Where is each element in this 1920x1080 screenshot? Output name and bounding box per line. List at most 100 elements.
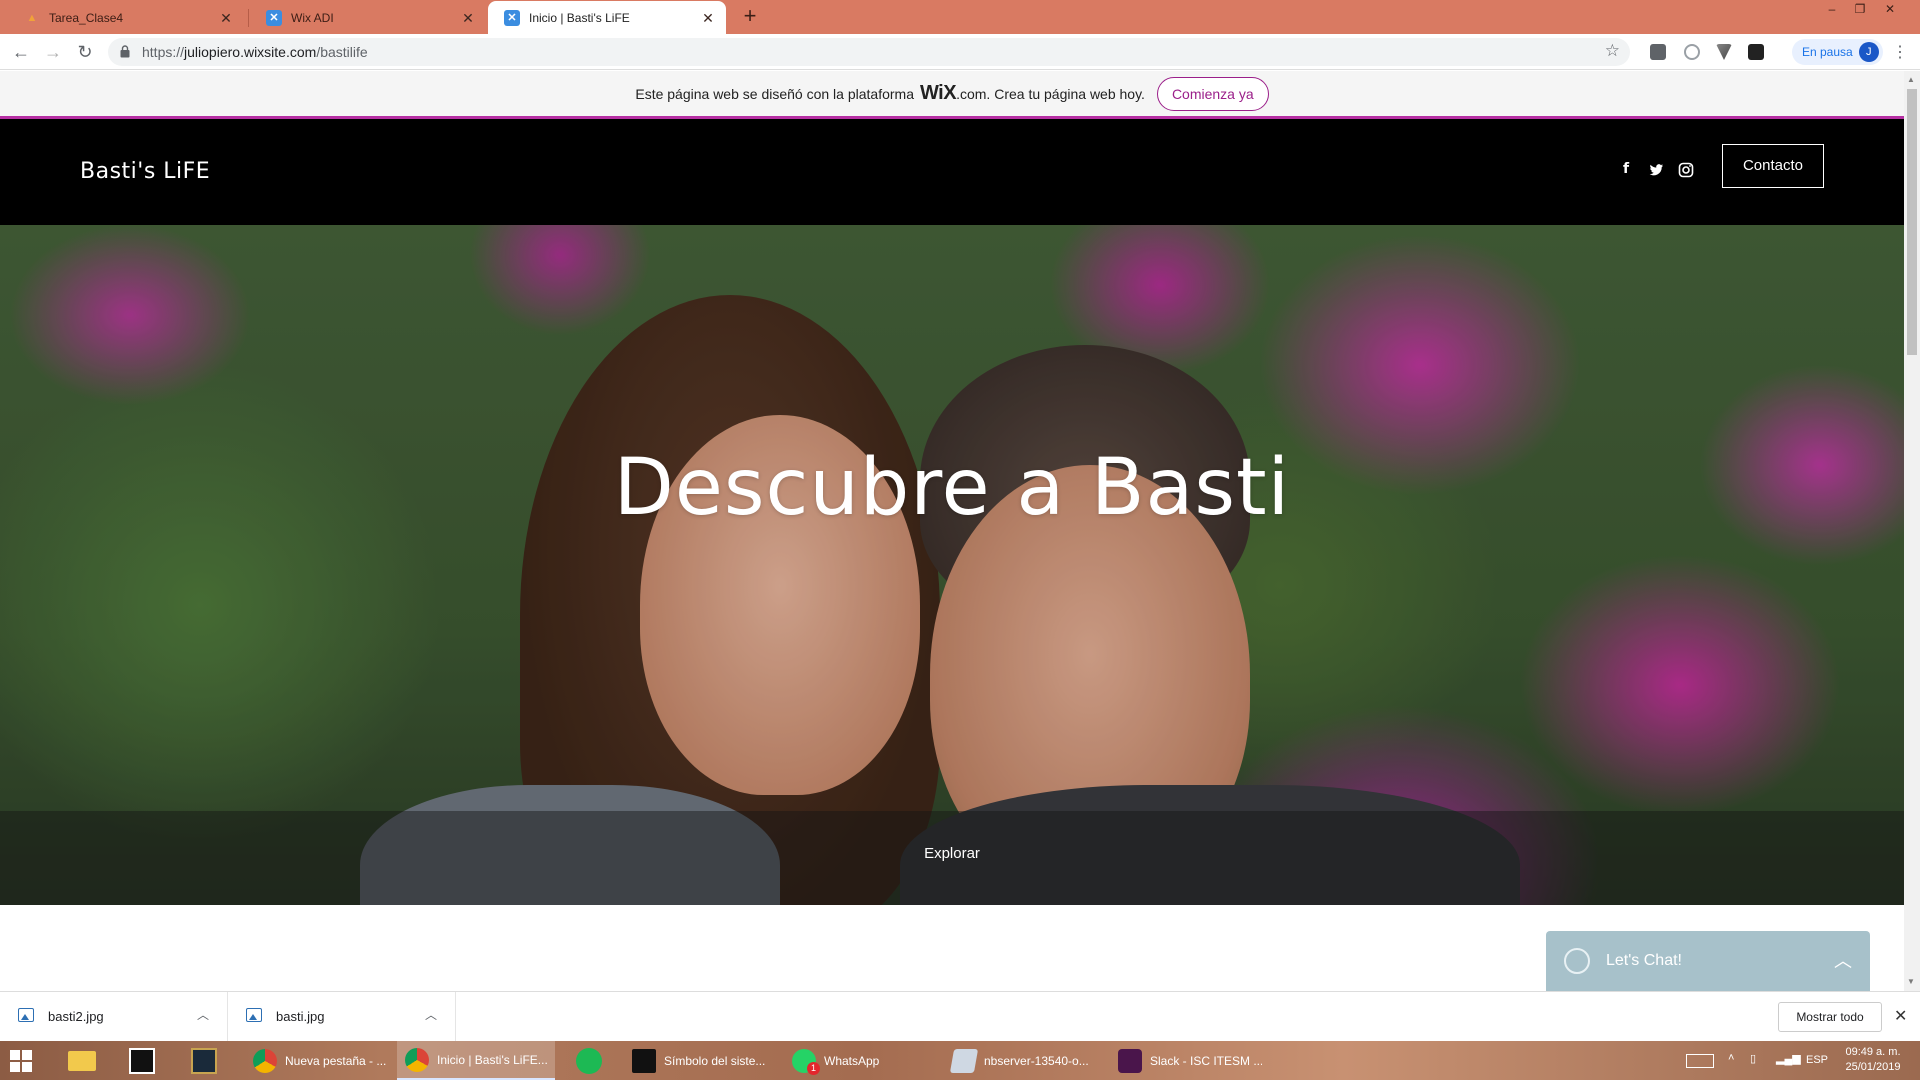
tab-title: Tarea_Clase4 xyxy=(49,10,124,25)
chrome-icon xyxy=(253,1048,277,1073)
close-tab-icon[interactable]: ✕ xyxy=(460,10,476,26)
tab-tarea-clase4[interactable]: ▲ Tarea_Clase4 ✕ xyxy=(8,1,244,34)
tab-inicio-bastis-life[interactable]: ✕ Inicio | Basti's LiFE ✕ xyxy=(488,1,726,34)
language-indicator[interactable]: ESP xyxy=(1806,1054,1828,1066)
extension-circle-icon[interactable] xyxy=(1684,44,1700,60)
scrollbar-thumb[interactable] xyxy=(1907,89,1917,355)
slack-icon xyxy=(1118,1048,1142,1073)
command-prompt-icon xyxy=(632,1048,656,1073)
download-filename: basti.jpg xyxy=(276,1009,325,1024)
image-file-icon xyxy=(246,1008,262,1022)
scroll-up-icon[interactable]: ▲ xyxy=(1907,75,1915,84)
wifi-icon[interactable]: ▂▄▆ xyxy=(1776,1052,1801,1065)
scroll-down-icon[interactable]: ▼ xyxy=(1907,977,1915,986)
app-black-circle-icon[interactable] xyxy=(121,1045,163,1077)
explore-link[interactable]: Explorar xyxy=(0,845,1904,862)
taskbar-chrome-bastis-life[interactable]: Inicio | Basti's LiFE... xyxy=(397,1041,555,1080)
forward-icon[interactable]: → xyxy=(41,40,65,64)
instagram-icon[interactable] xyxy=(1677,161,1695,179)
spotify-icon[interactable] xyxy=(568,1045,610,1077)
minimize-icon[interactable]: – xyxy=(1818,0,1846,20)
page-viewport: Este página web se diseñó con la platafo… xyxy=(0,71,1920,991)
download-item[interactable]: basti.jpg ︿ xyxy=(228,992,456,1042)
close-downloads-icon[interactable]: ✕ xyxy=(1894,1006,1907,1026)
chat-widget[interactable]: Let's Chat! ︿ xyxy=(1546,931,1870,991)
chrome-icon xyxy=(405,1047,429,1072)
app-icon-shape xyxy=(129,1048,155,1074)
url-text: https://juliopiero.wixsite.com/bastilife xyxy=(142,44,368,60)
taskbar-label: Nueva pestaña - ... xyxy=(285,1053,387,1068)
taskbar-command-prompt[interactable]: Símbolo del siste... xyxy=(624,1041,776,1080)
page-scrollbar[interactable]: ▲ ▼ xyxy=(1904,71,1920,991)
extension-icon[interactable] xyxy=(1650,44,1666,60)
taskbar-whatsapp[interactable]: 1 WhatsApp xyxy=(784,1041,936,1080)
taskbar-label: WhatsApp xyxy=(824,1053,880,1068)
chat-smile-icon xyxy=(1564,948,1590,974)
app-icon-shape xyxy=(576,1048,602,1074)
site-brand[interactable]: Basti's LiFE xyxy=(80,159,210,184)
new-tab-button[interactable]: + xyxy=(738,5,762,29)
taskbar-label: Slack - ISC ITESM ... xyxy=(1150,1053,1262,1068)
hero-title: Descubre a Basti xyxy=(613,443,1291,533)
chevron-up-icon[interactable]: ˄ xyxy=(1728,1052,1734,1064)
extension-vpn-icon[interactable] xyxy=(1716,44,1732,60)
browser-toolbar: ← → ↻ https://juliopiero.wixsite.com/bas… xyxy=(0,34,1920,70)
close-window-icon[interactable]: ✕ xyxy=(1876,0,1904,20)
windows-start-icon[interactable] xyxy=(10,1050,32,1072)
tab-favicon-icon: ▲ xyxy=(26,11,38,24)
chevron-up-icon[interactable]: ︿ xyxy=(197,1006,209,1023)
menu-kebab-icon[interactable]: ⋮ xyxy=(1892,42,1908,62)
wix-promo-banner: Este página web se diseñó con la platafo… xyxy=(0,71,1904,119)
address-bar[interactable]: https://juliopiero.wixsite.com/bastilife… xyxy=(108,38,1630,66)
contact-button[interactable]: Contacto xyxy=(1722,144,1824,188)
chevron-up-icon[interactable]: ︿ xyxy=(425,1006,437,1023)
wix-favicon-icon: ✕ xyxy=(504,9,520,26)
site-header: Basti's LiFE f Contacto xyxy=(0,119,1904,225)
back-icon[interactable]: ← xyxy=(9,40,33,64)
keyboard-icon[interactable] xyxy=(1686,1054,1714,1068)
twitter-icon[interactable] xyxy=(1647,161,1665,179)
bookmark-star-icon[interactable]: ☆ xyxy=(1605,41,1620,61)
avatar: J xyxy=(1858,42,1879,62)
tab-separator xyxy=(248,9,249,27)
restore-icon[interactable]: ❐ xyxy=(1846,0,1874,20)
download-item[interactable]: basti2.jpg ︿ xyxy=(0,992,228,1042)
wix-logo[interactable]: WiX xyxy=(920,82,957,105)
download-filename: basti2.jpg xyxy=(48,1009,104,1024)
taskbar-clock[interactable]: 09:49 a. m. 25/01/2019 xyxy=(1840,1045,1906,1075)
reload-icon[interactable]: ↻ xyxy=(73,40,97,64)
close-tab-icon[interactable]: ✕ xyxy=(700,10,716,26)
whatsapp-icon: 1 xyxy=(792,1048,820,1075)
chevron-up-icon[interactable]: ︿ xyxy=(1834,947,1852,973)
tab-title: Inicio | Basti's LiFE xyxy=(529,10,630,25)
clock-time: 09:49 a. m. xyxy=(1845,1046,1901,1058)
lock-icon xyxy=(120,45,130,58)
tab-wix-adi[interactable]: ✕ Wix ADI ✕ xyxy=(250,1,486,34)
taskbar-label: Símbolo del siste... xyxy=(664,1053,766,1068)
taskbar-slack[interactable]: Slack - ISC ITESM ... xyxy=(1110,1041,1262,1080)
wix-banner-text: Este página web se diseñó con la platafo… xyxy=(635,85,914,102)
profile-status-label: En pausa xyxy=(1802,45,1853,59)
taskbar-chrome-new-tab[interactable]: Nueva pestaña - ... xyxy=(245,1041,393,1080)
url-path: /bastilife xyxy=(316,44,368,60)
close-tab-icon[interactable]: ✕ xyxy=(218,10,234,26)
facebook-icon[interactable]: f xyxy=(1617,161,1635,179)
hero-explore-band: Explorar xyxy=(0,811,1904,905)
hero-section: Descubre a Basti Explorar xyxy=(0,225,1904,905)
chat-label: Let's Chat! xyxy=(1606,952,1682,969)
profile-button[interactable]: En pausa J xyxy=(1792,39,1883,65)
wix-favicon-icon: ✕ xyxy=(266,9,282,26)
taskbar-nbserver[interactable]: nbserver-13540-o... xyxy=(944,1041,1102,1080)
taskbar-label: nbserver-13540-o... xyxy=(984,1053,1089,1068)
battery-icon[interactable]: ▯ xyxy=(1750,1052,1756,1065)
file-explorer-icon[interactable] xyxy=(60,1045,102,1077)
downloads-shelf: basti2.jpg ︿ basti.jpg ︿ Mostrar todo ✕ xyxy=(0,991,1920,1042)
show-all-downloads-button[interactable]: Mostrar todo xyxy=(1778,1002,1882,1032)
taskbar-label: Inicio | Basti's LiFE... xyxy=(437,1052,548,1067)
clock-date: 25/01/2019 xyxy=(1845,1061,1901,1073)
start-now-button[interactable]: Comienza ya xyxy=(1156,76,1269,111)
league-of-legends-icon[interactable] xyxy=(183,1045,225,1077)
extension-badge-icon[interactable] xyxy=(1748,44,1764,60)
browser-tabstrip: ▲ Tarea_Clase4 ✕ ✕ Wix ADI ✕ ✕ Inicio | … xyxy=(0,0,1920,34)
hero-overlay xyxy=(0,225,1904,905)
